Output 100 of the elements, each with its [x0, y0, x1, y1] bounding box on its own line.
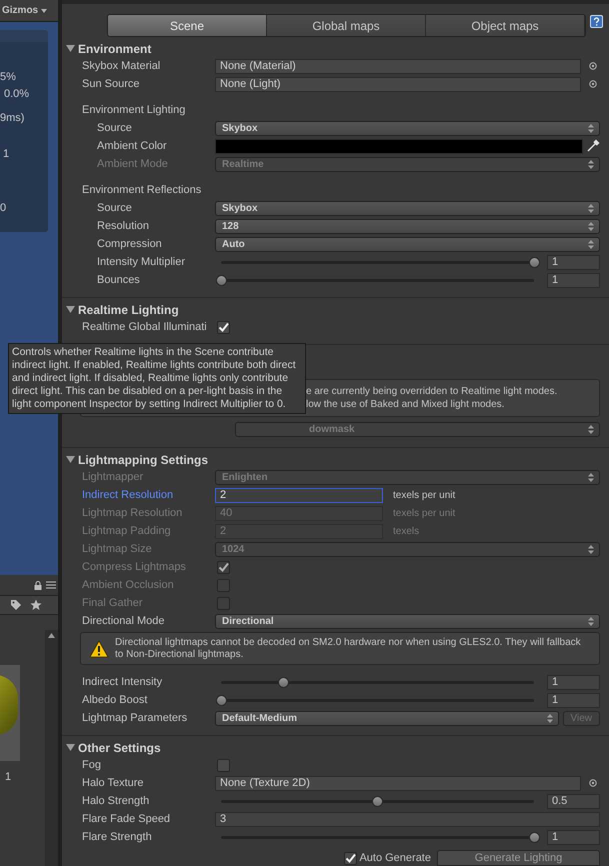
section-header[interactable]: Environment	[78, 40, 152, 58]
checkbox[interactable]	[217, 320, 230, 334]
collapse-triangle-icon[interactable]	[66, 44, 75, 53]
dropdown[interactable]: Auto	[215, 236, 600, 252]
field-label: Lightmap Size	[82, 542, 152, 555]
collapse-triangle-icon[interactable]	[66, 743, 75, 752]
auto-generate-label: Auto Generate	[359, 851, 431, 866]
gizmos-menu[interactable]: Gizmos	[2, 3, 38, 18]
number-field[interactable]: 1	[547, 272, 600, 288]
color-swatch[interactable]	[215, 138, 583, 154]
field-label: Ambient Occlusion	[82, 578, 174, 591]
object-picker-icon[interactable]	[589, 779, 597, 787]
warning-icon	[89, 640, 109, 658]
dropdown[interactable]: Skybox	[215, 200, 600, 216]
collapse-triangle-icon[interactable]	[66, 455, 75, 464]
asset-label: 1	[4, 770, 12, 785]
dropdown-arrows-icon	[588, 160, 594, 168]
lock-icon[interactable]	[34, 580, 42, 590]
section-header[interactable]: Lightmapping Settings	[78, 450, 208, 468]
dropdown[interactable]: Directional	[215, 614, 600, 628]
field-label: Final Gather	[82, 596, 143, 609]
dropdown-arrows-icon	[588, 204, 594, 212]
checkbox[interactable]	[217, 758, 230, 772]
field-label: Ambient Color	[97, 140, 167, 152]
field-label: Compress Lightmaps	[82, 560, 186, 573]
dropdown-arrows-icon	[588, 124, 594, 132]
tooltip: Controls whether Realtime lights in the Scene contribute indirect light. If enabled, Realtime lights contribute both direct and indirect light. If disabled, Realtime lights only contribute direct light. This can be disabled on a per-light basis in the light component Inspector by setting Indirect Multiplier to 0.	[8, 343, 306, 414]
field-label: Compression	[97, 238, 162, 250]
unit-label: texels	[393, 524, 420, 538]
slider-thumb[interactable]	[216, 694, 226, 706]
dropdown[interactable]: 128	[215, 218, 600, 234]
field-label: Flare Strength	[82, 830, 152, 843]
menu-icon[interactable]	[46, 581, 56, 589]
field-label: Directional Mode	[82, 614, 165, 627]
tab[interactable]: Object maps	[426, 15, 585, 36]
object-picker-icon[interactable]	[589, 62, 597, 70]
scrollbar[interactable]	[45, 630, 58, 866]
field-label: Environment Reflections	[82, 184, 202, 196]
scroll-up-icon[interactable]	[48, 633, 55, 638]
slider-thumb[interactable]	[372, 796, 383, 806]
field-label: Lightmap Parameters	[82, 712, 188, 724]
field-label: Environment Lighting	[82, 104, 186, 116]
object-picker-icon[interactable]	[589, 80, 597, 88]
number-field[interactable]: 0.5	[547, 794, 600, 808]
dropdown[interactable]: Skybox	[215, 120, 600, 136]
slider-thumb[interactable]	[528, 256, 540, 268]
field-label: Sun Source	[82, 78, 140, 90]
dropdown-arrows-icon	[588, 472, 594, 482]
number-field[interactable]: 1	[547, 674, 600, 690]
help-icon[interactable]	[590, 15, 603, 28]
dropdown-arrows-icon	[588, 222, 594, 230]
stats-text: 1	[2, 146, 10, 162]
field-label: Resolution	[97, 220, 149, 232]
unit-label: texels per unit	[393, 506, 456, 520]
number-field[interactable]: 2	[215, 488, 383, 502]
dropdown-arrows-icon	[588, 240, 594, 248]
slider-thumb[interactable]	[528, 832, 540, 842]
eyedropper-icon[interactable]	[586, 139, 600, 153]
stats-text: 9ms)	[0, 111, 26, 126]
field-label: Source	[97, 202, 132, 214]
collapse-triangle-icon[interactable]	[66, 305, 75, 314]
number-field[interactable]: 1	[547, 692, 600, 708]
field-label: Realtime Global Illuminati	[82, 320, 207, 333]
section-header[interactable]: Realtime Lighting	[78, 300, 179, 318]
field-label: Indirect Resolution	[82, 488, 174, 501]
field-label: Fog	[82, 758, 101, 771]
dropdown-arrows-icon	[546, 714, 552, 722]
caret-icon[interactable]	[41, 8, 48, 12]
field-label: Lightmap Resolution	[82, 506, 182, 519]
stats-text: 5%	[0, 70, 17, 85]
dropdown-arrows-icon	[588, 424, 594, 434]
star-icon[interactable]	[30, 599, 42, 611]
tab[interactable]: Global maps	[267, 15, 426, 36]
checkbox[interactable]	[344, 852, 358, 865]
field-label: Halo Texture	[82, 776, 144, 789]
dropdown-arrows-icon	[588, 616, 594, 626]
field-label: Source	[97, 122, 132, 134]
field-label: Skybox Material	[82, 60, 160, 72]
object-field[interactable]: None (Texture 2D)	[215, 776, 581, 790]
slider-thumb[interactable]	[278, 676, 290, 688]
text-field[interactable]: 3	[215, 812, 600, 826]
object-field[interactable]: None (Material)	[215, 58, 581, 74]
section-header[interactable]: Other Settings	[78, 738, 161, 756]
field-label: Bounces	[97, 274, 140, 286]
dropdown-arrows-icon	[588, 544, 594, 554]
tag-icon[interactable]	[10, 599, 22, 611]
tab[interactable]: Scene	[108, 15, 267, 36]
number-field[interactable]: 1	[547, 830, 600, 844]
field-label: Ambient Mode	[97, 158, 168, 170]
generate-lighting-button[interactable]: Generate Lighting	[437, 850, 600, 866]
object-field[interactable]: None (Light)	[215, 76, 581, 92]
stats-text: 0	[0, 201, 8, 216]
dropdown[interactable]: Default-Medium	[215, 710, 558, 726]
stats-text: 0.0%	[3, 86, 30, 102]
number-field[interactable]: 1	[547, 254, 600, 270]
unit-label: texels per unit	[393, 488, 456, 502]
field-label: Lightmapper	[82, 470, 144, 483]
slider-thumb[interactable]	[216, 274, 226, 286]
field-label: Lightmap Padding	[82, 524, 171, 537]
field-label: Indirect Intensity	[82, 676, 162, 688]
